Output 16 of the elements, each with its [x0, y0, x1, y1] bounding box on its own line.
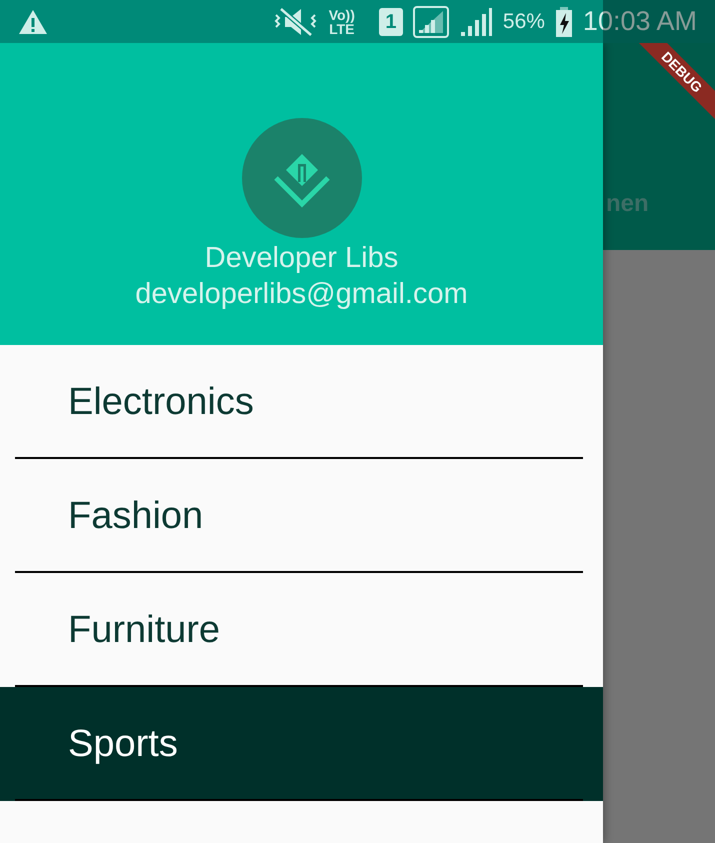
vibrate-off-icon	[272, 6, 319, 36]
battery-charging-icon	[554, 6, 573, 36]
drawer-item[interactable]: Electronics	[0, 345, 603, 459]
battery-percent: 56%	[502, 8, 545, 35]
drawer-item[interactable]: Sports	[0, 687, 603, 801]
sim-badge: 1	[378, 8, 403, 36]
user-email: developerlibs@gmail.com	[135, 277, 468, 312]
signal-icon	[412, 6, 449, 38]
user-name: Developer Libs	[204, 241, 398, 276]
drawer-item[interactable]: Fashion	[0, 459, 603, 573]
signal-icon	[458, 6, 493, 36]
volte-label: Vo))	[328, 8, 355, 22]
lte-label: LTE	[328, 22, 355, 36]
app-bar-title: nen	[606, 189, 649, 219]
time: 10:03 AM	[582, 5, 697, 38]
warning-icon	[18, 8, 48, 34]
